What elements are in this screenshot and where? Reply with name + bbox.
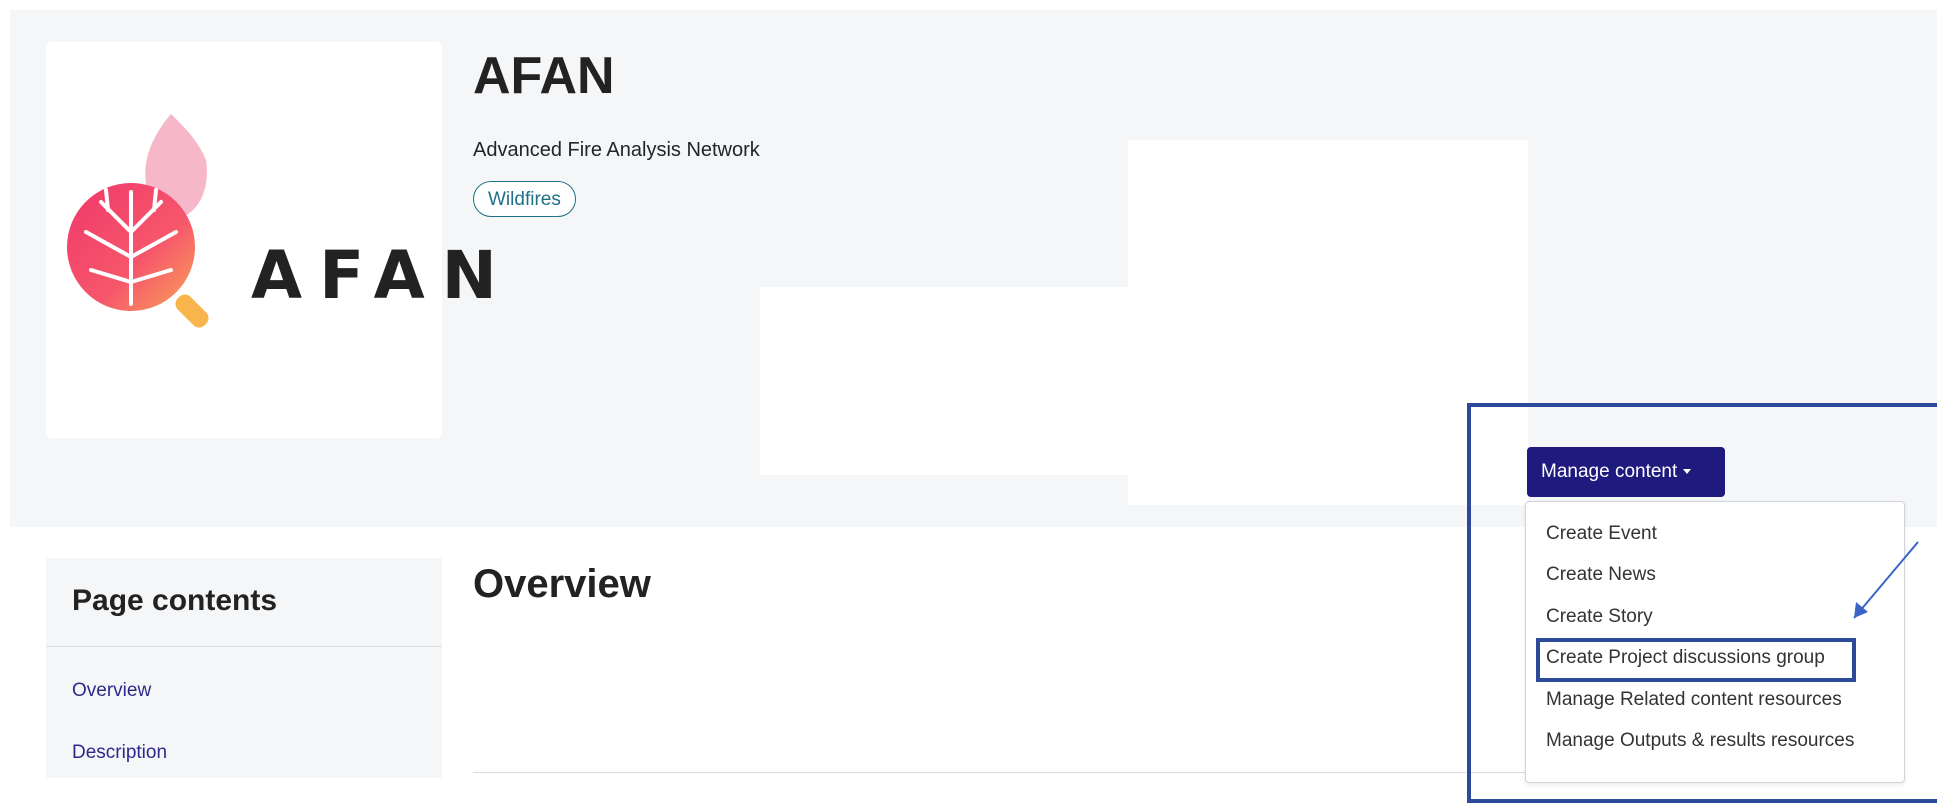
menu-item-create-event[interactable]: Create Event xyxy=(1546,522,1657,546)
annotation-highlight-menu-item xyxy=(1536,638,1856,682)
sidebar-link-overview[interactable]: Overview xyxy=(72,680,151,702)
menu-item-create-news[interactable]: Create News xyxy=(1546,563,1656,587)
menu-item-manage-outputs-results[interactable]: Manage Outputs & results resources xyxy=(1546,729,1854,753)
caret-down-icon xyxy=(1683,469,1692,475)
project-subtitle: Advanced Fire Analysis Network xyxy=(473,139,760,161)
menu-item-manage-related-content[interactable]: Manage Related content resources xyxy=(1546,688,1842,712)
page-contents-sidebar: Page contents Overview Description xyxy=(46,558,442,778)
sidebar-link-description[interactable]: Description xyxy=(72,742,167,764)
manage-content-button[interactable]: Manage content xyxy=(1527,447,1725,497)
logo-wordmark: AFAN xyxy=(251,237,514,314)
redacted-region xyxy=(760,287,1130,475)
project-logo: AFAN xyxy=(46,42,497,438)
sidebar-title: Page contents xyxy=(72,584,278,617)
topic-tag[interactable]: Wildfires xyxy=(473,181,576,217)
divider xyxy=(46,646,442,647)
manage-content-label: Manage content xyxy=(1541,461,1678,482)
arrow-icon xyxy=(1853,541,1919,619)
overview-heading: Overview xyxy=(473,562,651,606)
menu-item-create-story[interactable]: Create Story xyxy=(1546,605,1653,629)
page-title: AFAN xyxy=(473,47,615,105)
